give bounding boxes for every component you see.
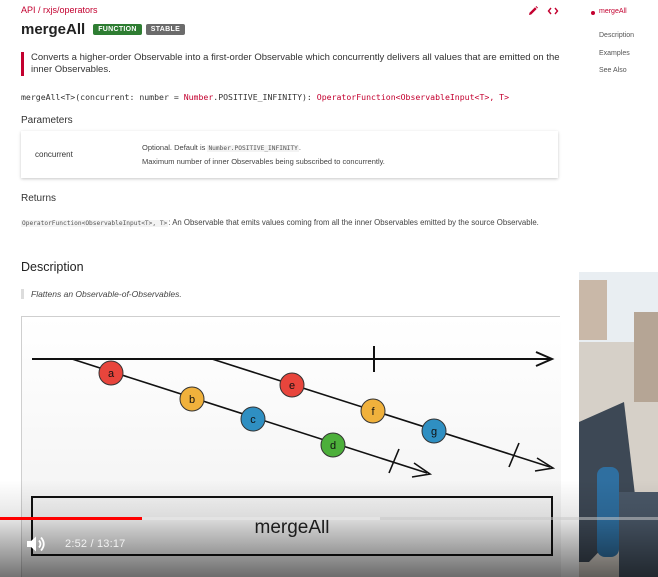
marble-d: d (320, 432, 346, 458)
stable-badge: STABLE (145, 24, 186, 35)
pencil-icon-graphic (529, 6, 538, 15)
webcam-furniture (579, 280, 607, 340)
pencil-icon[interactable] (527, 5, 539, 17)
param-description: Maximum number of inner Observables bein… (142, 157, 385, 166)
code-icon-graphic (547, 7, 559, 15)
description-quote: Flattens an Observable-of-Observables. (21, 289, 182, 299)
webcam-shelf (634, 312, 658, 402)
marble-f: f (360, 398, 386, 424)
title-row: mergeAll FUNCTION STABLE (21, 21, 189, 38)
toc-item-examples[interactable]: Examples (599, 50, 630, 57)
param-default-prefix: Optional. Default is (142, 143, 208, 152)
signature-generic: <T> (60, 92, 76, 102)
page-tools (527, 5, 559, 17)
page-title: mergeAll (21, 21, 86, 38)
param-default: Optional. Default is Number.POSITIVE_INF… (142, 143, 301, 152)
marble-a-label: a (108, 368, 115, 380)
marble-b: b (179, 386, 205, 412)
marble-b-label: b (189, 394, 195, 406)
description-heading: Description (21, 260, 84, 274)
signature-return-type[interactable]: OperatorFunction (317, 92, 396, 102)
table-of-contents (588, 0, 658, 270)
marble-a: a (98, 360, 124, 386)
marble-d-label: d (330, 440, 336, 452)
returns-text: OperatorFunction<ObservableInput<T>, T>:… (21, 215, 561, 231)
marble-c: c (240, 406, 266, 432)
toc-item-mergeall[interactable]: mergeAll (599, 8, 627, 15)
function-signature: mergeAll<T>(concurrent: number = Number.… (21, 92, 509, 102)
breadcrumb[interactable]: API / rxjs/operators (21, 5, 98, 15)
param-default-code: Number.POSITIVE_INFINITY (207, 145, 299, 152)
parameters-heading: Parameters (21, 115, 73, 126)
param-name: concurrent (35, 150, 73, 159)
speaker-icon-graphic (27, 536, 45, 552)
speaker-icon[interactable] (25, 534, 47, 554)
marble-g: g (421, 418, 447, 444)
signature-return-rest: <ObservableInput<T>, T> (395, 92, 510, 102)
summary-text: Converts a higher-order Observable into … (21, 52, 561, 76)
time-display: 2:52 / 13:17 (65, 538, 126, 550)
toc-item-see-also[interactable]: See Also (599, 67, 627, 74)
signature-default-rest: .POSITIVE_INFINITY): (213, 92, 317, 102)
marble-c-label: c (250, 414, 256, 426)
signature-default-type[interactable]: Number (184, 92, 214, 102)
player-controls-shade (0, 480, 658, 577)
returns-description: : An Observable that emits values coming… (168, 218, 539, 227)
toc-active-indicator (591, 11, 595, 15)
code-icon[interactable] (547, 5, 559, 17)
returns-code: OperatorFunction<ObservableInput<T>, T> (21, 220, 169, 227)
signature-params: (concurrent: number = (75, 92, 184, 102)
toc-item-description[interactable]: Description (599, 32, 634, 39)
marble-g-label: g (431, 426, 437, 438)
marble-e: e (279, 372, 305, 398)
returns-heading: Returns (21, 193, 57, 204)
marble-e-label: e (289, 380, 295, 392)
function-badge: FUNCTION (93, 24, 142, 35)
signature-name: mergeAll (21, 92, 61, 102)
parameters-table: concurrent Optional. Default is Number.P… (21, 131, 558, 178)
param-default-suffix: . (298, 143, 301, 152)
progress-played[interactable] (0, 517, 142, 520)
